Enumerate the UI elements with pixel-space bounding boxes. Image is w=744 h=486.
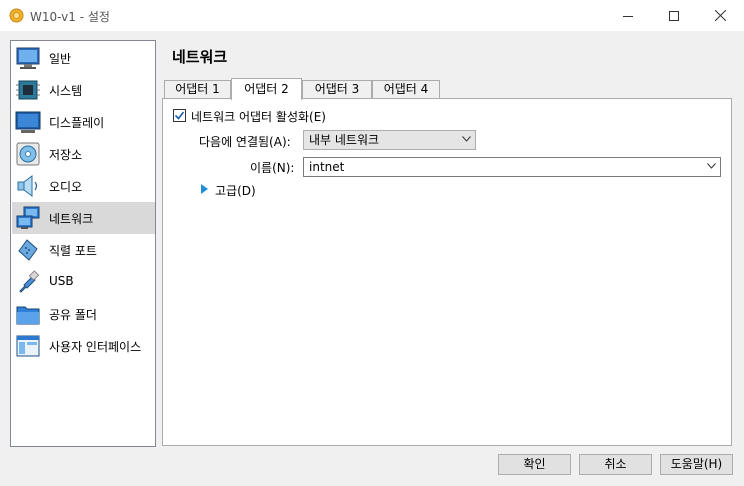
tab-adapter-2[interactable]: 어댑터 2: [231, 78, 302, 100]
settings-sidebar: 일반 시스템 디스플레이 저장소 오디오 네트워크 직렬 포트 USB 공유 폴…: [10, 40, 156, 447]
title-bar: W10-v1 - 설정: [0, 0, 744, 31]
sidebar-item-label: 직렬 포트: [49, 244, 97, 258]
close-icon: [714, 10, 726, 21]
maximize-icon: [669, 10, 679, 21]
system-icon: [16, 80, 40, 100]
sidebar-item-network[interactable]: 네트워크: [12, 202, 155, 234]
tab-adapter-1[interactable]: 어댑터 1: [164, 80, 231, 99]
general-icon: [16, 47, 40, 69]
network-icon: [16, 206, 40, 229]
name-value: intnet: [309, 160, 345, 174]
sidebar-item-label: 디스플레이: [49, 116, 105, 130]
attached-to-label: 다음에 연결됨(A):: [199, 135, 291, 149]
sidebar-item-label: 공유 폴더: [49, 308, 97, 322]
sidebar-item-display[interactable]: 디스플레이: [12, 106, 155, 138]
cancel-button[interactable]: 취소: [579, 454, 652, 475]
adapter-settings-panel: [162, 98, 732, 446]
shared-folder-icon: [16, 306, 40, 325]
advanced-toggle[interactable]: 고급(D): [215, 182, 256, 199]
sidebar-item-user-interface[interactable]: 사용자 인터페이스: [12, 330, 155, 362]
expand-arrow-icon[interactable]: [201, 184, 208, 194]
help-button[interactable]: 도움말(H): [660, 454, 733, 475]
sidebar-item-label: 오디오: [49, 180, 83, 194]
tab-adapter-4[interactable]: 어댑터 4: [372, 80, 440, 99]
audio-icon: [17, 175, 38, 197]
enable-adapter-checkbox[interactable]: [173, 109, 186, 122]
usb-icon: [19, 270, 40, 293]
checkmark-icon: [174, 111, 185, 120]
sidebar-item-label: USB: [49, 274, 74, 288]
virtualbox-app-icon: [9, 8, 24, 23]
sidebar-item-label: 일반: [49, 52, 72, 66]
enable-adapter-label[interactable]: 네트워크 어댑터 활성화(E): [191, 108, 326, 125]
sidebar-item-label: 시스템: [49, 84, 83, 98]
storage-icon: [16, 142, 40, 166]
sidebar-item-label: 사용자 인터페이스: [49, 340, 142, 354]
maximize-button[interactable]: [651, 0, 697, 31]
sidebar-item-label: 저장소: [49, 148, 83, 162]
sidebar-item-system[interactable]: 시스템: [12, 74, 155, 106]
sidebar-item-general[interactable]: 일반: [12, 42, 155, 74]
chevron-down-icon[interactable]: [707, 163, 716, 169]
sidebar-item-serial-port[interactable]: 직렬 포트: [12, 234, 155, 266]
serial-port-icon: [18, 239, 38, 261]
name-combobox[interactable]: intnet: [303, 157, 721, 177]
minimize-icon: [623, 15, 633, 17]
tab-adapter-3[interactable]: 어댑터 3: [302, 80, 372, 99]
ok-button[interactable]: 확인: [498, 454, 571, 475]
attached-to-value: 내부 네트워크: [309, 133, 380, 147]
chevron-down-icon: [462, 136, 471, 142]
attached-to-select[interactable]: 내부 네트워크: [303, 130, 476, 150]
page-title: 네트워크: [172, 48, 228, 66]
user-interface-icon: [16, 335, 40, 357]
display-icon: [15, 111, 41, 133]
sidebar-item-storage[interactable]: 저장소: [12, 138, 155, 170]
sidebar-item-audio[interactable]: 오디오: [12, 170, 155, 202]
sidebar-item-label: 네트워크: [49, 212, 94, 226]
window-title: W10-v1 - 설정: [30, 10, 110, 24]
sidebar-item-usb[interactable]: USB: [12, 266, 155, 298]
sidebar-item-shared-folder[interactable]: 공유 폴더: [12, 298, 155, 330]
close-button[interactable]: [697, 0, 743, 31]
minimize-button[interactable]: [605, 0, 651, 31]
name-label: 이름(N):: [250, 161, 295, 175]
